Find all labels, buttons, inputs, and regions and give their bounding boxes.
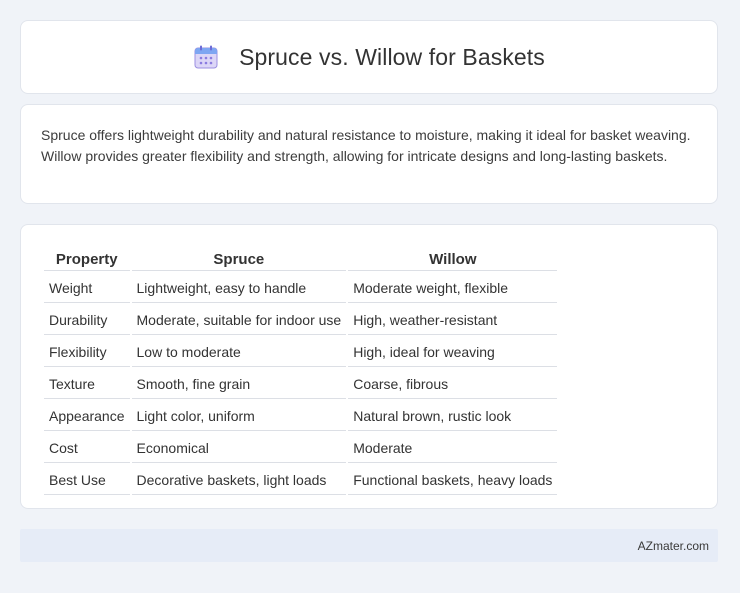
- footer: AZmater.com: [20, 529, 718, 562]
- table-row: Weight Lightweight, easy to handle Moder…: [44, 273, 558, 303]
- property-cell: Best Use: [44, 465, 130, 495]
- table-header-row: Property Spruce Willow: [44, 247, 558, 271]
- table-row: Cost Economical Moderate: [44, 433, 558, 463]
- table-row: Texture Smooth, fine grain Coarse, fibro…: [44, 369, 558, 399]
- property-cell: Weight: [44, 273, 130, 303]
- property-cell: Appearance: [44, 401, 130, 431]
- table-row: Flexibility Low to moderate High, ideal …: [44, 337, 558, 367]
- calendar-icon: [193, 44, 219, 70]
- spruce-cell: Lightweight, easy to handle: [131, 273, 347, 303]
- table-row: Durability Moderate, suitable for indoor…: [44, 305, 558, 335]
- comparison-table: Property Spruce Willow Weight Lightweigh…: [42, 245, 559, 497]
- property-cell: Durability: [44, 305, 130, 335]
- willow-cell: High, ideal for weaving: [348, 337, 558, 367]
- spruce-cell: Light color, uniform: [131, 401, 347, 431]
- willow-cell: Functional baskets, heavy loads: [348, 465, 558, 495]
- property-cell: Flexibility: [44, 337, 130, 367]
- willow-cell: Coarse, fibrous: [348, 369, 558, 399]
- property-cell: Texture: [44, 369, 130, 399]
- spruce-cell: Economical: [131, 433, 347, 463]
- title-card: Spruce vs. Willow for Baskets: [20, 20, 718, 94]
- column-header-spruce: Spruce: [131, 247, 347, 271]
- summary-card: Spruce offers lightweight durability and…: [20, 104, 718, 204]
- spruce-cell: Smooth, fine grain: [131, 369, 347, 399]
- table-card: Property Spruce Willow Weight Lightweigh…: [20, 224, 718, 509]
- column-header-property: Property: [44, 247, 130, 271]
- table-row: Appearance Light color, uniform Natural …: [44, 401, 558, 431]
- willow-cell: Moderate: [348, 433, 558, 463]
- willow-cell: High, weather-resistant: [348, 305, 558, 335]
- spruce-cell: Decorative baskets, light loads: [131, 465, 347, 495]
- page-title: Spruce vs. Willow for Baskets: [239, 43, 545, 70]
- property-cell: Cost: [44, 433, 130, 463]
- column-header-willow: Willow: [348, 247, 558, 271]
- summary-text: Spruce offers lightweight durability and…: [41, 127, 691, 164]
- willow-cell: Moderate weight, flexible: [348, 273, 558, 303]
- spruce-cell: Low to moderate: [131, 337, 347, 367]
- footer-brand: AZmater.com: [637, 538, 709, 553]
- table-row: Best Use Decorative baskets, light loads…: [44, 465, 558, 495]
- spruce-cell: Moderate, suitable for indoor use: [131, 305, 347, 335]
- willow-cell: Natural brown, rustic look: [348, 401, 558, 431]
